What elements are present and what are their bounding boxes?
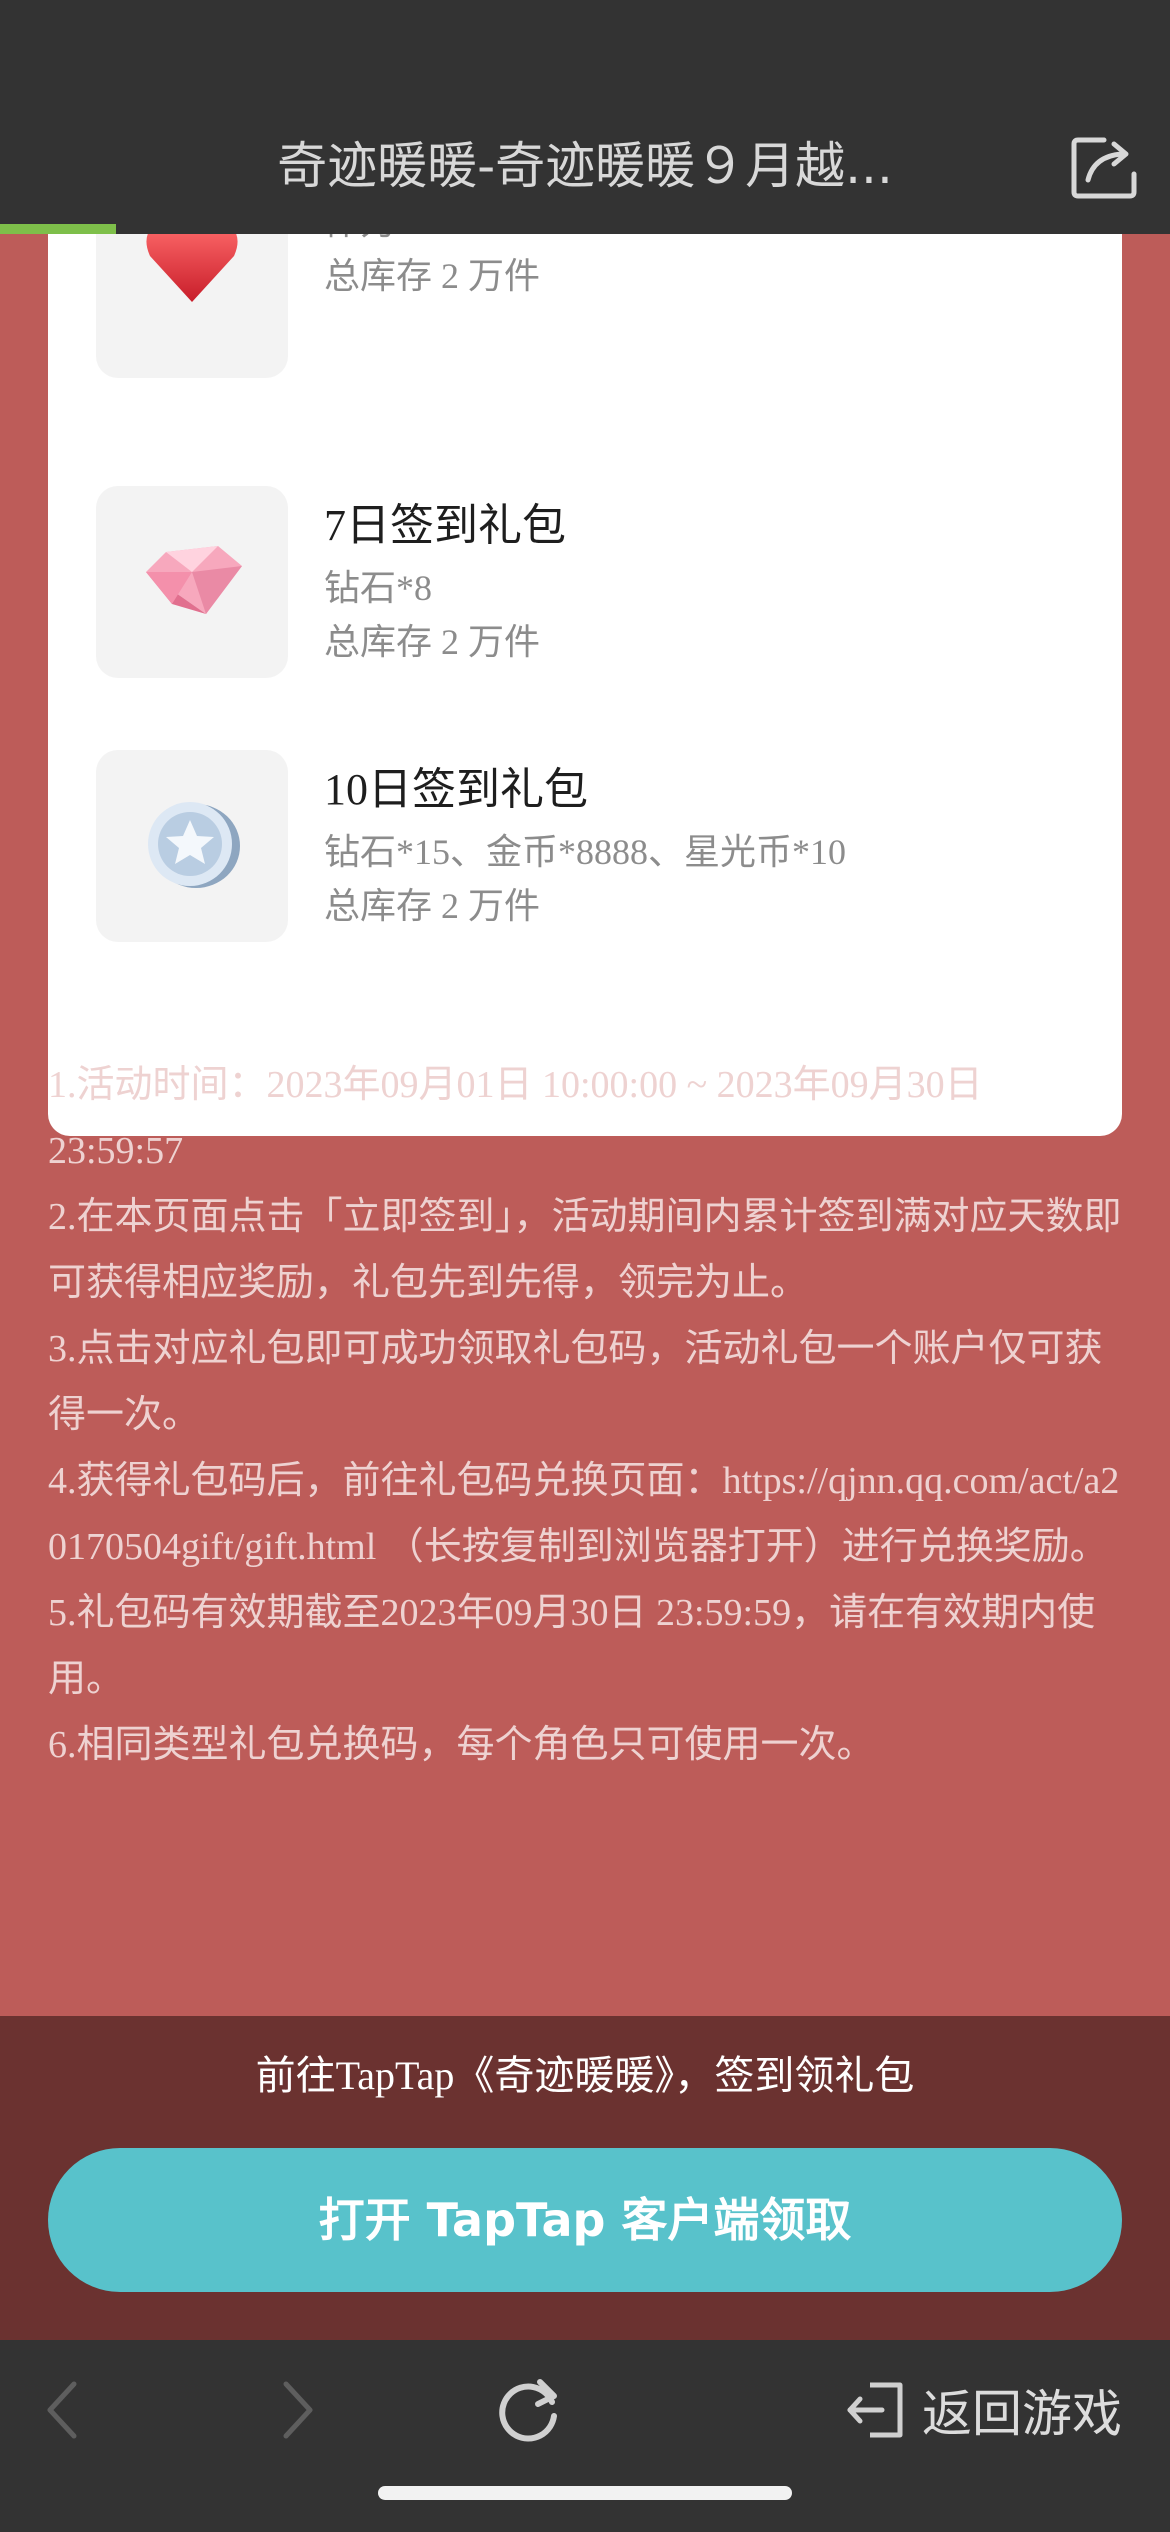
return-game-button[interactable]: 返回游戏 [842, 2370, 1122, 2450]
bottom-panel: 前往TapTap《奇迹暖暖》，签到领礼包 打开 TapTap 客户端领取 [0, 2016, 1170, 2340]
gift-contents: 钻石*8 [324, 568, 433, 608]
heart-icon [146, 234, 238, 302]
taptap-hint: 前往TapTap《奇迹暖暖》，签到领礼包 [255, 2053, 915, 2098]
chevron-left-icon [47, 2381, 77, 2439]
reload-icon [499, 2379, 557, 2442]
description-item: 4.获得礼包码后，前往礼包码兑换页面：https://qjnn.qq.com/a… [48, 1460, 1120, 1568]
page-title: 奇迹暖暖-奇迹暖暖９月越... [277, 137, 893, 195]
page-content[interactable]: 体力*12 总库存 2 万件 7日签到礼包 钻石*8 总库存 2 万件 [0, 234, 1170, 2016]
back-button[interactable] [24, 2370, 104, 2450]
forward-button[interactable] [256, 2370, 336, 2450]
gift-thumbnail [96, 486, 288, 678]
diamond-icon [146, 546, 242, 614]
gift-thumbnail [96, 750, 288, 942]
return-game-label: 返回游戏 [922, 2385, 1122, 2443]
page-load-progress [0, 224, 116, 234]
description-list: 1.活动时间：2023年09月01日 10:00:00 ~ 2023年09月30… [48, 1052, 1122, 1778]
top-bar: 奇迹暖暖-奇迹暖暖９月越... [0, 0, 1170, 234]
gift-contents: 钻石*15、金币*8888、星光币*10 [324, 832, 847, 872]
description-item: 1.活动时间：2023年09月01日 10:00:00 ~ 2023年09月30… [48, 1064, 983, 1172]
gift-item[interactable]: 体力*12 总库存 2 万件 [96, 234, 1096, 386]
description-item: 2.在本页面点击「立即签到」，活动期间内累计签到满对应天数即可获得相应奖励，礼包… [48, 1196, 1122, 1304]
share-icon [1071, 137, 1137, 199]
browser-toolbar: 返回游戏 [0, 2340, 1170, 2532]
gift-stock: 总库存 2 万件 [324, 886, 541, 926]
gift-item[interactable]: 10日签到礼包 钻石*15、金币*8888、星光币*10 总库存 2 万件 [96, 750, 1096, 942]
gift-stock: 总库存 2 万件 [324, 256, 541, 296]
description-item: 3.点击对应礼包即可成功领取礼包码，活动礼包一个账户仅可获得一次。 [48, 1328, 1103, 1436]
gift-contents: 体力*12 [324, 234, 450, 246]
open-taptap-button[interactable]: 打开 TapTap 客户端领取 [48, 2148, 1122, 2292]
gift-item[interactable]: 7日签到礼包 钻石*8 总库存 2 万件 [96, 486, 1096, 678]
share-button[interactable] [1070, 134, 1140, 200]
chevron-right-icon [283, 2381, 313, 2439]
exit-icon [847, 2382, 903, 2438]
description-title: 活动说明 [48, 949, 272, 1014]
gift-stock: 总库存 2 万件 [324, 622, 541, 662]
reload-button[interactable] [490, 2370, 570, 2450]
gift-name: 10日签到礼包 [324, 765, 588, 814]
gift-name: 7日签到礼包 [324, 501, 566, 550]
description-item: 6.相同类型礼包兑换码，每个角色只可使用一次。 [48, 1724, 875, 1766]
star-coin-icon [148, 802, 240, 888]
description-item: 5.礼包码有效期截至2023年09月30日 23:59:59，请在有效期内使用。 [48, 1592, 1096, 1700]
gift-thumbnail [96, 234, 288, 378]
home-indicator[interactable] [378, 2486, 792, 2500]
